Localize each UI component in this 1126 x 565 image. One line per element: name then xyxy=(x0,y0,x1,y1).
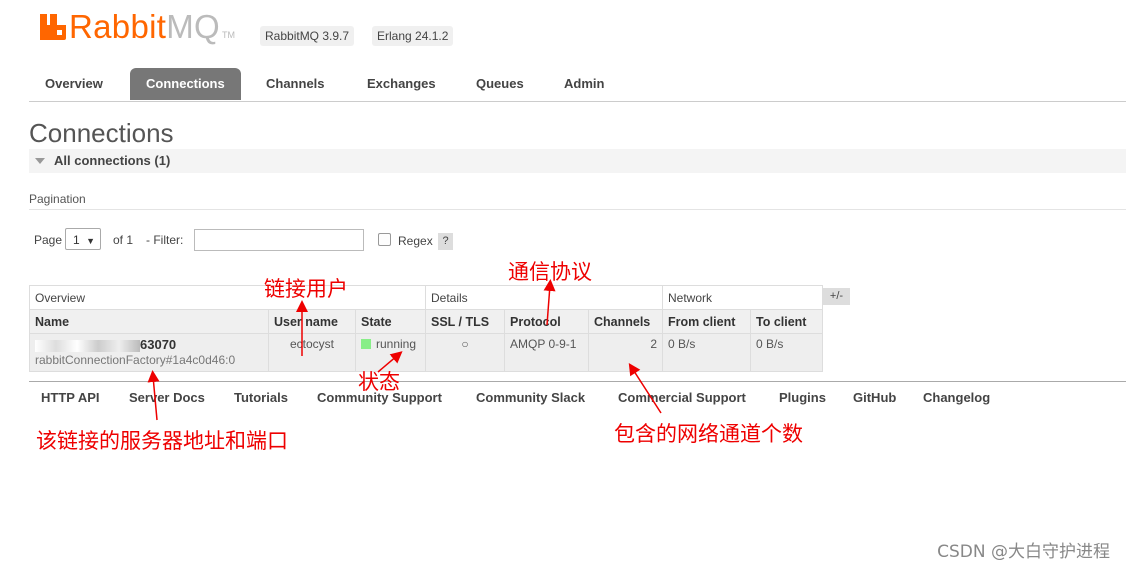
annotation-protocol: 通信协议 xyxy=(508,260,592,284)
protocol-annotation-arrow xyxy=(543,279,556,326)
server-annotation-arrow xyxy=(147,370,160,421)
annotation-channels: 包含的网络通道个数 xyxy=(614,422,803,446)
channels-annotation-arrow xyxy=(628,362,662,414)
csdn-watermark: CSDN @大白守护进程 xyxy=(937,542,1110,562)
annotation-state: 状态 xyxy=(358,370,400,394)
annotation-server-address: 该链接的服务器地址和端口 xyxy=(36,429,288,453)
annotation-user: 链接用户 xyxy=(264,277,348,301)
